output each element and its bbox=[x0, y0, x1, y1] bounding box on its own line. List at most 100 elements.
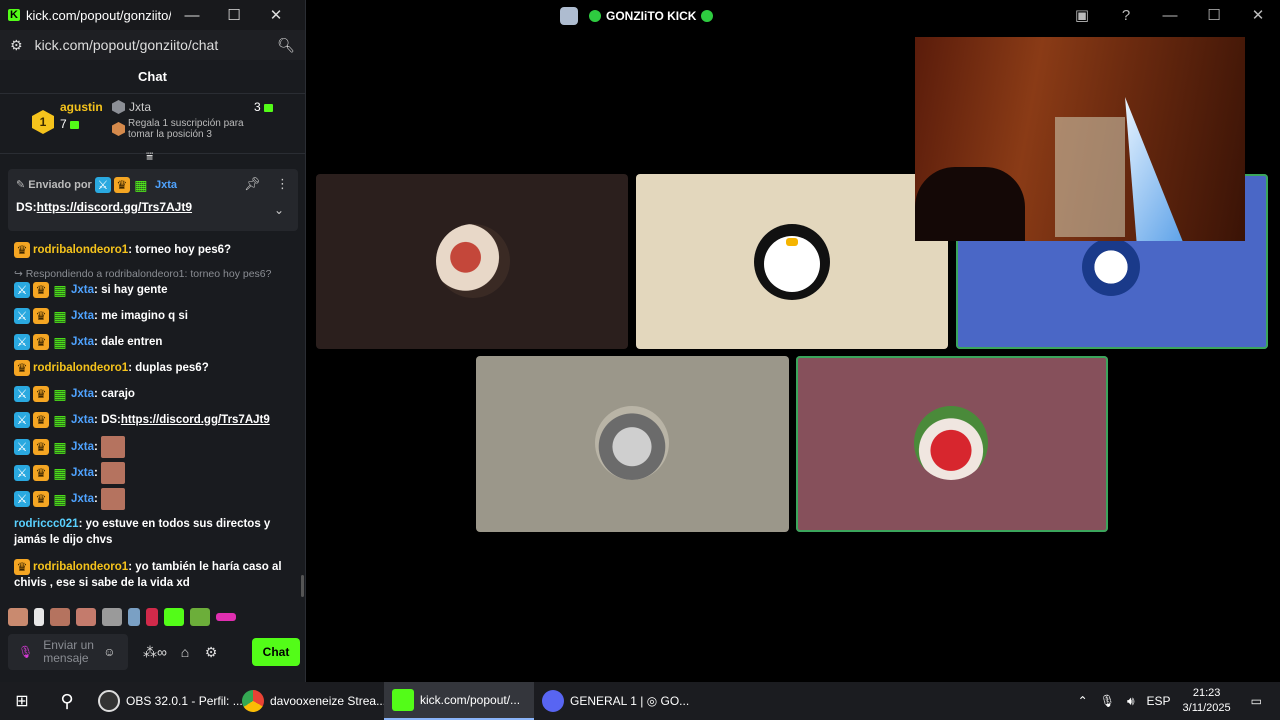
microphone-icon[interactable]: 🎙︎ bbox=[1100, 694, 1115, 708]
crown-badge-icon: ♛ bbox=[33, 282, 49, 298]
chat-username[interactable]: Jxta bbox=[71, 493, 94, 505]
chat-scrollbar[interactable] bbox=[301, 575, 304, 597]
gift-icon bbox=[70, 120, 80, 129]
pinned-user[interactable]: Jxta bbox=[155, 179, 177, 191]
webcam-light bbox=[1125, 97, 1185, 241]
site-settings-icon[interactable]: ⚙ bbox=[10, 37, 23, 54]
participant-tile-speaking[interactable] bbox=[796, 356, 1108, 532]
emote-icon[interactable] bbox=[128, 608, 140, 626]
taskbar-item-kick[interactable]: kick.com/popout/... bbox=[384, 682, 534, 720]
chat-message: ⚔ ♛ ▦ Jxta: DS:https://discord.gg/Trs7AJt9 bbox=[14, 412, 300, 428]
taskbar-item-label: OBS 32.0.1 - Perfil: ... bbox=[126, 694, 243, 708]
chat-message-text: yo estuve en todos sus directos y bbox=[85, 518, 271, 530]
leaderboard-second-name[interactable]: Jxta bbox=[129, 100, 151, 114]
crown-badge-icon: ♛ bbox=[33, 412, 49, 428]
chat-message: ⚔ ♛ ▦ Jxta: bbox=[14, 462, 300, 486]
participant-tile[interactable] bbox=[316, 174, 628, 349]
collapse-leaderboard-icon[interactable]: ⩸ bbox=[146, 149, 153, 164]
emote-icon[interactable] bbox=[102, 608, 122, 626]
chat-message-text: dale entren bbox=[101, 336, 163, 349]
subscriber-badge-icon: ▦ bbox=[134, 177, 148, 193]
chat-message: ⚔ ♛ ▦ Jxta: me imagino q si bbox=[14, 308, 300, 324]
emote-icon[interactable] bbox=[34, 608, 44, 626]
chat-message-text: carajo bbox=[101, 388, 135, 401]
chat-username[interactable]: rodribalondeoro1 bbox=[33, 561, 128, 573]
participant-tile[interactable] bbox=[636, 174, 948, 349]
store-icon[interactable]: ⌂ bbox=[172, 644, 198, 660]
pinned-message[interactable]: ✎ Enviado por ⚔ ♛ ▦ Jxta 📌︎ ⋮ DS:https://d… bbox=[8, 169, 298, 231]
clock[interactable]: 21:23 3/11/2025 bbox=[1183, 686, 1231, 716]
emote-icon[interactable] bbox=[146, 608, 158, 626]
chrome-icon bbox=[242, 690, 264, 712]
minimize-button[interactable]: — bbox=[1148, 7, 1192, 24]
participant-avatar bbox=[754, 224, 830, 300]
chat-message-input[interactable]: 🎙︎ Enviar un mensaje ☺ bbox=[8, 634, 128, 670]
chat-username[interactable]: Jxta bbox=[71, 388, 94, 400]
chat-username[interactable]: Jxta bbox=[71, 284, 94, 296]
pin-icon[interactable]: 📌︎ bbox=[244, 176, 261, 192]
subscriber-badge-icon: ▦ bbox=[53, 465, 67, 481]
emote-icon[interactable] bbox=[76, 608, 96, 626]
clock-time: 21:23 bbox=[1192, 687, 1221, 699]
chat-username[interactable]: Jxta bbox=[71, 467, 94, 479]
webcam-person bbox=[915, 167, 1025, 241]
chat-username[interactable]: rodribalondeoro1 bbox=[33, 244, 128, 256]
chat-window-title: kick.com/popout/gonziito/c... bbox=[26, 7, 171, 23]
settings-gear-icon[interactable]: ⚙ bbox=[198, 644, 224, 661]
close-button[interactable]: ✕ bbox=[1236, 6, 1280, 24]
chat-emote[interactable] bbox=[101, 462, 126, 484]
discord-icon bbox=[542, 690, 564, 712]
inbox-icon[interactable]: ▣ bbox=[1060, 6, 1104, 24]
chat-emote[interactable] bbox=[101, 488, 126, 510]
chat-username[interactable]: rodriccc021 bbox=[14, 518, 79, 530]
address-url[interactable]: kick.com/popout/gonziito/chat bbox=[35, 37, 278, 53]
microphone-icon[interactable]: 🎙︎ bbox=[18, 645, 33, 659]
chat-emote[interactable] bbox=[101, 436, 126, 458]
volume-icon[interactable]: 🔊︎ bbox=[1127, 694, 1135, 709]
infinity-icon[interactable]: ⁂∞ bbox=[138, 644, 172, 661]
emote-icon[interactable] bbox=[8, 608, 28, 626]
maximize-button[interactable]: ☐ bbox=[1192, 6, 1236, 24]
emote-icon[interactable] bbox=[216, 613, 236, 621]
chat-username[interactable]: Jxta bbox=[71, 441, 94, 453]
language-indicator[interactable]: ESP bbox=[1147, 694, 1171, 708]
send-chat-button[interactable]: Chat bbox=[252, 638, 300, 666]
rank-2-badge-icon bbox=[112, 100, 125, 114]
search-icon[interactable]: ⚲ bbox=[44, 682, 90, 720]
emote-icon[interactable] bbox=[190, 608, 210, 626]
chat-message-link[interactable]: https://discord.gg/Trs7AJt9 bbox=[121, 414, 270, 426]
tray-chevron-icon[interactable]: ⌃ bbox=[1078, 694, 1088, 708]
notifications-icon[interactable]: ▭ bbox=[1251, 694, 1262, 708]
subscriber-badge-icon: ▦ bbox=[53, 386, 67, 402]
maximize-button[interactable]: ☐ bbox=[213, 6, 255, 24]
windows-start-icon[interactable]: ⊞ bbox=[0, 682, 44, 720]
chat-message-text: duplas pes6? bbox=[135, 362, 209, 375]
minimize-button[interactable]: — bbox=[171, 7, 213, 24]
taskbar-item-discord[interactable]: GENERAL 1 | ◎ GO... bbox=[534, 682, 689, 720]
crown-badge-icon: ♛ bbox=[14, 360, 30, 376]
subscriber-badge-icon: ▦ bbox=[53, 491, 67, 507]
emoji-picker-icon[interactable]: ☺ bbox=[103, 645, 115, 659]
participant-tile[interactable] bbox=[476, 356, 789, 532]
help-icon[interactable]: ? bbox=[1104, 7, 1148, 24]
chat-username[interactable]: rodribalondeoro1 bbox=[33, 362, 128, 374]
address-bar[interactable]: ⚙ kick.com/popout/gonziito/chat 🔍︎ bbox=[0, 30, 305, 60]
pinned-link[interactable]: https://discord.gg/Trs7AJt9 bbox=[37, 200, 192, 214]
chat-input-placeholder: Enviar un mensaje bbox=[43, 638, 94, 665]
expand-pinned-icon[interactable]: ⌄ bbox=[274, 203, 284, 217]
chat-username[interactable]: Jxta bbox=[71, 310, 94, 322]
emote-icon[interactable] bbox=[50, 608, 70, 626]
more-options-icon[interactable]: ⋮ bbox=[276, 176, 289, 192]
chat-username[interactable]: Jxta bbox=[71, 414, 94, 426]
reply-text: Respondiendo a rodribalondeoro1: torneo … bbox=[25, 268, 272, 280]
chat-username[interactable]: Jxta bbox=[71, 336, 94, 348]
leaderboard-first-name[interactable]: agustin bbox=[60, 100, 103, 114]
participant-avatar bbox=[436, 224, 510, 298]
zoom-icon[interactable]: 🔍︎ bbox=[277, 37, 295, 54]
pinned-prefix: DS: bbox=[16, 200, 37, 214]
taskbar-item-obs[interactable]: OBS 32.0.1 - Perfil: ... bbox=[90, 682, 243, 720]
taskbar-item-chrome[interactable]: davooxeneize Strea... bbox=[234, 682, 386, 720]
emote-icon[interactable] bbox=[164, 608, 184, 626]
close-button[interactable]: ✕ bbox=[255, 6, 297, 24]
leaderboard-first-count-row: 7 bbox=[60, 117, 80, 131]
